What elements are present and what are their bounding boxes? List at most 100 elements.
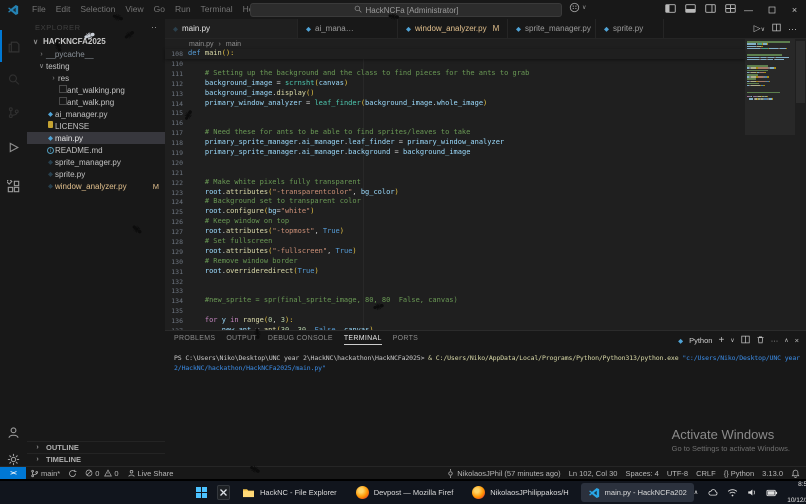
- tab-sprite-py[interactable]: ◆sprite.py: [596, 19, 664, 38]
- scrollbar[interactable]: [795, 39, 806, 330]
- taskbar-app-main-py-hackncfa202[interactable]: main.py - HackNCFa202: [581, 483, 694, 502]
- status-indentation[interactable]: Spaces: 4: [621, 469, 662, 478]
- start-button[interactable]: [196, 487, 207, 498]
- status-eol[interactable]: CRLF: [692, 469, 720, 478]
- sticky-scroll-line[interactable]: 108def main():: [165, 49, 745, 59]
- code-editor[interactable]: 110111 # Setting up the background and t…: [165, 59, 745, 330]
- explorer-icon[interactable]: [0, 36, 26, 56]
- tree-item-license[interactable]: LICENSE: [27, 120, 165, 132]
- status-language-mode[interactable]: {} Python: [720, 469, 758, 478]
- toggle-primary-sidebar-icon[interactable]: [665, 1, 676, 19]
- minimize-button[interactable]: —: [737, 0, 760, 19]
- run-button[interactable]: ▷∨: [754, 23, 765, 34]
- panel-tab-terminal[interactable]: TERMINAL: [344, 335, 382, 345]
- line-number: 123: [165, 189, 183, 197]
- panel-tab-debug-console[interactable]: DEBUG CONSOLE: [268, 335, 333, 345]
- clock[interactable]: 8:53:44 AM 10/12/2025: [787, 481, 806, 504]
- chevron-down-icon[interactable]: ∨: [730, 337, 734, 344]
- panel-tab-problems[interactable]: PROBLEMS: [174, 335, 215, 345]
- outline-section[interactable]: › OUTLINE: [27, 441, 165, 453]
- taskbar-app-devpost-mozilla-firef[interactable]: Devpost — Mozilla Firef: [349, 483, 461, 502]
- tree-item-readme-md[interactable]: iREADME.md: [27, 144, 165, 156]
- wifi-icon[interactable]: [727, 484, 738, 502]
- status-sync[interactable]: [64, 469, 81, 478]
- status-commit-info[interactable]: NikolaosJPhil (57 minutes ago): [442, 469, 564, 478]
- close-panel-icon[interactable]: ×: [795, 336, 799, 345]
- tree-item-main-py[interactable]: ◆main.py: [27, 132, 165, 144]
- tab-sprite-manager-py[interactable]: ◆sprite_manager.py: [508, 19, 596, 38]
- remote-indicator[interactable]: ><: [0, 467, 26, 479]
- line-number: 114: [165, 100, 183, 108]
- more-actions-icon[interactable]: ··: [151, 24, 157, 30]
- status-notifications-bell[interactable]: [787, 469, 804, 478]
- extensions-icon[interactable]: [0, 176, 26, 196]
- file-label: testing: [46, 62, 70, 71]
- onedrive-cloud-icon[interactable]: [707, 484, 718, 502]
- more-actions-icon[interactable]: ···: [771, 336, 779, 345]
- menu-edit[interactable]: Edit: [51, 0, 76, 19]
- sidebar-header: EXPLORER ··: [27, 19, 165, 35]
- tree-item-testing[interactable]: ∨testing: [27, 60, 165, 72]
- tree-item-ant-walking-png[interactable]: ant_walking.png: [27, 84, 165, 96]
- file-label: ant_walking.png: [67, 86, 125, 95]
- maximize-button[interactable]: [760, 0, 783, 19]
- volume-icon[interactable]: [747, 484, 757, 502]
- split-terminal-icon[interactable]: [741, 335, 750, 346]
- battery-icon[interactable]: [766, 484, 778, 502]
- toggle-panel-icon[interactable]: [685, 1, 696, 19]
- timeline-section[interactable]: › TIMELINE: [27, 453, 165, 465]
- status-sync-icon: [68, 469, 77, 478]
- taskbar-app-hacknc-file-explorer[interactable]: HackNC - File Explorer: [235, 483, 344, 502]
- tree-item-ai-manager-py[interactable]: ◆ai_manager.py: [27, 108, 165, 120]
- python-file-icon: ◆: [173, 25, 178, 33]
- run-and-debug-icon[interactable]: [0, 137, 26, 157]
- python-file-icon: ◆: [46, 110, 55, 119]
- close-button[interactable]: ×: [783, 0, 806, 19]
- status-cursor-position[interactable]: Ln 102, Col 30: [565, 469, 622, 478]
- tab-ai-mana-[interactable]: ◆ai_mana…: [298, 19, 398, 38]
- taskbar-app-nikolaosjphilippakos-h[interactable]: NikolaosJPhilippakos/H: [465, 483, 575, 502]
- windows-taskbar: HackNC - File Explorer Devpost — Mozilla …: [0, 481, 806, 504]
- tab-label: ai_mana…: [315, 24, 354, 33]
- split-editor-icon[interactable]: [772, 23, 781, 34]
- code-line: 108def main():: [165, 49, 234, 59]
- toggle-secondary-sidebar-icon[interactable]: [705, 1, 716, 19]
- command-center-search[interactable]: HackNCFa [Administrator]: [250, 3, 562, 17]
- tree-item--pycache-[interactable]: ›__pycache__: [27, 48, 165, 60]
- accounts-icon[interactable]: [0, 422, 26, 442]
- menu-file[interactable]: File: [27, 0, 51, 19]
- panel-tab-ports[interactable]: PORTS: [393, 335, 419, 345]
- menu-go[interactable]: Go: [149, 0, 170, 19]
- maximize-panel-icon[interactable]: ∧: [784, 337, 788, 344]
- status-live-share[interactable]: Live Share: [123, 469, 178, 478]
- firefox-icon: [356, 486, 369, 499]
- breadcrumb[interactable]: main.py › main: [165, 39, 241, 49]
- tab-window-analyzer-py[interactable]: ◆window_analyzer.pyM: [398, 19, 508, 38]
- tab-main-py[interactable]: ◆main.py: [165, 19, 298, 38]
- pinned-app-icon[interactable]: [217, 485, 230, 500]
- taskbar-app-label: Devpost — Mozilla Firef: [374, 488, 454, 497]
- tree-item-ant-walk-png[interactable]: ant_walk.png: [27, 96, 165, 108]
- status-problems[interactable]: 00: [81, 469, 122, 478]
- source-control-icon[interactable]: [0, 102, 26, 122]
- python-file-icon: ◆: [46, 134, 55, 143]
- search-icon[interactable]: [0, 69, 26, 89]
- shell-label[interactable]: Python: [689, 336, 712, 345]
- tree-item-sprite-manager-py[interactable]: ◆sprite_manager.py: [27, 156, 165, 168]
- kill-terminal-icon[interactable]: [756, 335, 765, 346]
- account-menu-icon[interactable]: ∨: [569, 2, 586, 13]
- tree-item-window-analyzer-py[interactable]: ◆window_analyzer.pyM: [27, 180, 165, 192]
- new-terminal-icon[interactable]: +: [718, 335, 724, 346]
- menu-terminal[interactable]: Terminal: [196, 0, 238, 19]
- status-branch[interactable]: main*: [26, 469, 64, 478]
- tree-item-res[interactable]: ›res: [27, 72, 165, 84]
- more-actions-icon[interactable]: ···: [788, 24, 797, 34]
- customize-layout-icon[interactable]: [725, 1, 736, 19]
- menu-run[interactable]: Run: [170, 0, 196, 19]
- tray-chevron-icon[interactable]: ∧: [694, 489, 698, 496]
- minimap-slider[interactable]: [745, 39, 795, 135]
- tree-item-sprite-py[interactable]: ◆sprite.py: [27, 168, 165, 180]
- status-encoding[interactable]: UTF-8: [663, 469, 692, 478]
- image-file-icon: [58, 97, 67, 108]
- status-python-version[interactable]: 3.13.0: [758, 469, 787, 478]
